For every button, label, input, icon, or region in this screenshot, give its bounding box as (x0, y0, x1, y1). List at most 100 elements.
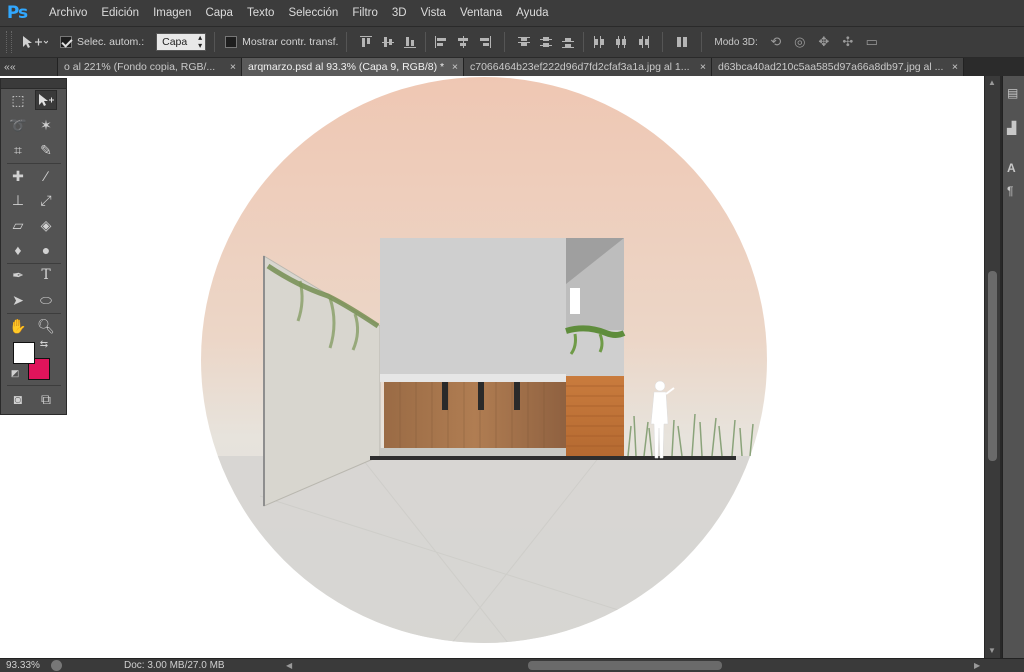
scroll-right-icon[interactable]: ▶ (974, 659, 980, 672)
rotate-3d-icon[interactable]: ⟲ (768, 34, 784, 50)
foreground-color-swatch[interactable] (13, 342, 35, 364)
document-size: Doc: 3.00 MB/27.0 MB (124, 660, 225, 671)
align-vcenter-icon[interactable] (381, 35, 395, 49)
distribute-hcenter-icon[interactable] (614, 35, 628, 49)
panel-arrange-icon[interactable]: ▤ (1007, 86, 1023, 100)
menu-ventana[interactable]: Ventana (453, 0, 509, 26)
menu-seleccion[interactable]: Selección (281, 0, 345, 26)
clone-stamp-tool-icon[interactable]: ⊥ (7, 190, 29, 210)
screen-mode-icon[interactable]: ⧉ (35, 389, 57, 409)
options-divider (425, 32, 427, 52)
menu-capa[interactable]: Capa (198, 0, 240, 26)
tool-preset-picker[interactable] (20, 34, 48, 50)
options-grip[interactable] (6, 31, 12, 53)
lasso-tool-icon[interactable]: ➰ (7, 115, 29, 135)
menu-archivo[interactable]: Archivo (42, 0, 94, 26)
tab-label: d63bca40ad210c5aa585d97a66a8db97.jpg al … (718, 61, 944, 73)
marquee-tool-icon[interactable]: ⬚ (7, 90, 29, 110)
dodge-tool-icon[interactable]: ● (35, 240, 57, 260)
distribute-vcenter-icon[interactable] (539, 35, 553, 49)
tools-panel-header[interactable] (1, 79, 66, 89)
show-transform-checkbox[interactable]: Mostrar contr. transf. (225, 36, 338, 48)
align-top-icon[interactable] (359, 35, 373, 49)
menu-edicion[interactable]: Edición (94, 0, 146, 26)
healing-brush-tool-icon[interactable]: ✚ (7, 166, 29, 186)
document-tab-bar: «« o al 221% (Fondo copia, RGB/... × arq… (0, 58, 1024, 76)
character-panel-icon[interactable]: A (1007, 161, 1023, 175)
menu-imagen[interactable]: Imagen (146, 0, 198, 26)
distribute-top-icon[interactable] (517, 35, 531, 49)
align-hcenter-icon[interactable] (456, 35, 470, 49)
crop-tool-icon[interactable]: ⌗ (7, 140, 29, 160)
swap-colors-icon[interactable]: ⇆ (37, 337, 51, 351)
align-right-icon[interactable] (478, 35, 492, 49)
vertical-scrollbar[interactable]: ▲ ▼ (985, 76, 1000, 658)
auto-select-value: Capa (162, 36, 188, 48)
paint-bucket-tool-icon[interactable]: ◈ (35, 215, 57, 235)
align-left-icon[interactable] (434, 35, 448, 49)
blur-tool-icon[interactable]: ♦ (7, 240, 29, 260)
roll-3d-icon[interactable]: ◎ (792, 34, 808, 50)
tab-scroll-left[interactable]: «« (0, 58, 58, 76)
hand-tool-icon[interactable]: ✋ (7, 316, 29, 336)
vertical-scroll-thumb[interactable] (988, 271, 997, 461)
menu-ayuda[interactable]: Ayuda (509, 0, 555, 26)
distribute-bottom-icon[interactable] (561, 35, 575, 49)
close-icon[interactable]: × (230, 58, 236, 76)
menu-vista[interactable]: Vista (414, 0, 453, 26)
options-divider (583, 32, 585, 52)
scroll-up-icon[interactable]: ▲ (988, 78, 996, 87)
options-divider (662, 32, 664, 52)
close-icon[interactable]: × (452, 58, 458, 76)
horizontal-scrollbar[interactable]: ◀ ▶ (270, 659, 984, 672)
wood-facade (384, 382, 566, 454)
menu-filtro[interactable]: Filtro (345, 0, 385, 26)
path-selection-tool-icon[interactable]: ➤ (7, 290, 29, 310)
zoom-level[interactable]: 93.33% (6, 659, 40, 672)
histogram-icon[interactable]: ▟ (1007, 121, 1023, 135)
history-brush-tool-icon[interactable]: ⤢ (35, 190, 57, 210)
move-tool-icon (23, 36, 48, 48)
eraser-tool-icon[interactable]: ▱ (7, 215, 29, 235)
status-bar: 93.33% Doc: 3.00 MB/27.0 MB ▶ ◀ ▶ (0, 658, 1024, 672)
tab-document-2[interactable]: arqmarzo.psd al 93.3% (Capa 9, RGB/8) * … (242, 58, 464, 76)
align-bottom-icon[interactable] (403, 35, 417, 49)
dropdown-arrows-icon: ▴ ▾ (198, 33, 203, 50)
document-canvas[interactable] (0, 76, 984, 658)
menu-3d[interactable]: 3D (385, 0, 414, 26)
horizontal-scroll-thumb[interactable] (528, 661, 722, 670)
pen-tool-icon[interactable]: ✒ (7, 265, 29, 285)
options-bar: Selec. autom.: Capa ▴ ▾ Mostrar contr. tr… (0, 26, 1024, 58)
status-info-icon[interactable] (51, 660, 62, 671)
tab-document-4[interactable]: d63bca40ad210c5aa585d97a66a8db97.jpg al … (712, 58, 964, 76)
ellipse-tool-icon[interactable]: ⬭ (35, 290, 57, 310)
menu-texto[interactable]: Texto (240, 0, 282, 26)
scroll-left-icon[interactable]: ◀ (286, 659, 292, 672)
scale-3d-icon[interactable]: ▭ (864, 34, 880, 50)
tab-document-1[interactable]: o al 221% (Fondo copia, RGB/... × (58, 58, 242, 76)
auto-select-dropdown[interactable]: Capa ▴ ▾ (156, 33, 207, 51)
eyedropper-tool-icon[interactable]: ✎ (35, 140, 57, 160)
auto-select-check-icon (60, 36, 72, 48)
type-tool-icon[interactable]: T (35, 265, 57, 285)
quick-mask-icon[interactable]: ◙ (7, 389, 29, 409)
magic-wand-tool-icon[interactable]: ✶ (35, 115, 57, 135)
close-icon[interactable]: × (700, 58, 706, 76)
slide-3d-icon[interactable]: ✣ (840, 34, 856, 50)
scroll-down-icon[interactable]: ▼ (988, 646, 996, 655)
auto-align-layers-icon[interactable] (675, 35, 689, 49)
canvas-area[interactable] (0, 76, 984, 658)
close-icon[interactable]: × (952, 58, 958, 76)
distribute-left-icon[interactable] (592, 35, 606, 49)
distribute-right-icon[interactable] (636, 35, 650, 49)
default-colors-icon[interactable]: ◩ (9, 367, 21, 379)
brush-tool-icon[interactable]: ∕ (35, 166, 57, 186)
auto-select-checkbox[interactable]: Selec. autom.: (60, 36, 144, 48)
tab-document-3[interactable]: c7066464b23ef222d96d7fd2cfaf3a1a.jpg al … (464, 58, 712, 76)
show-transform-label: Mostrar contr. transf. (242, 36, 339, 48)
zoom-tool-icon[interactable]: 🔍︎ (35, 316, 57, 336)
paragraph-panel-icon[interactable]: ¶ (1007, 184, 1023, 198)
move-tool-icon[interactable] (35, 90, 57, 110)
pan-3d-icon[interactable]: ✥ (816, 34, 832, 50)
tools-divider (7, 263, 61, 264)
